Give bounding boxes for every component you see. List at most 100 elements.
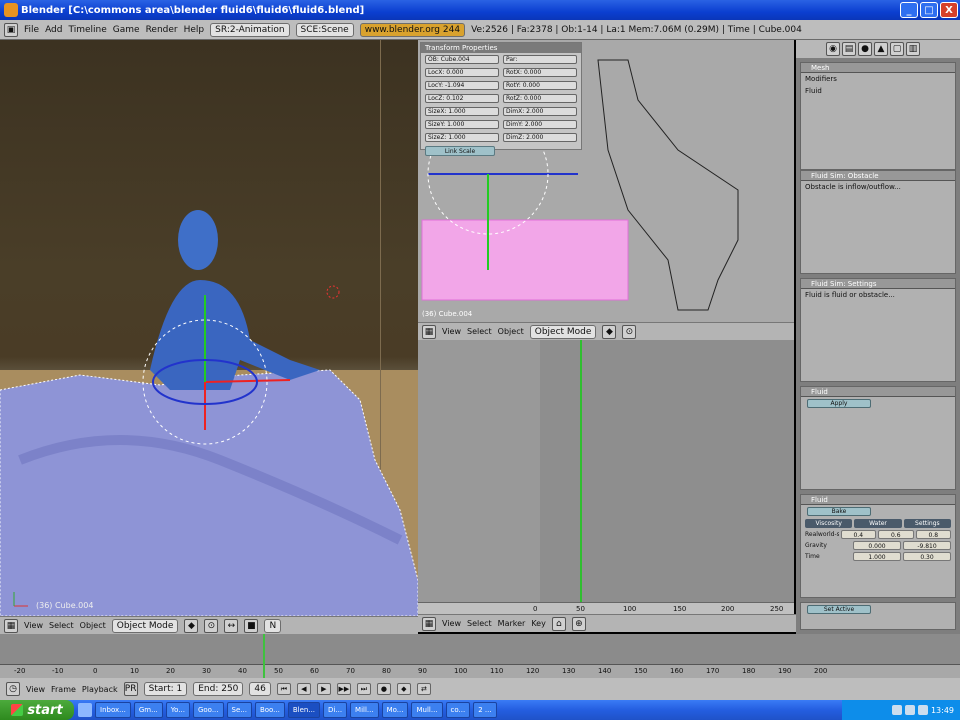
menu-help[interactable]: Help xyxy=(184,25,205,35)
preview-range-button[interactable]: PR xyxy=(123,682,138,696)
timeline-window[interactable]: -20 -10 0 10 20 30 40 50 60 70 80 90 100… xyxy=(0,634,960,700)
scene-selector[interactable]: SCE:Scene xyxy=(295,22,354,37)
view3d-type-icon[interactable]: ▦ xyxy=(4,618,18,633)
locx-field[interactable]: LocX: 0.000 xyxy=(425,68,499,77)
website-link[interactable]: www.blender.org 244 xyxy=(359,22,466,37)
ipo-menu-marker[interactable]: Marker xyxy=(498,619,526,628)
ortho-draw-icon[interactable]: ◆ xyxy=(602,324,617,339)
timeline-menu-playback[interactable]: Playback xyxy=(82,685,118,694)
jump-end-icon[interactable]: ⏭ xyxy=(356,683,371,695)
sizex-field[interactable]: SizeX: 1.000 xyxy=(425,107,499,116)
locz-field[interactable]: LocZ: 0.102 xyxy=(425,94,499,103)
dimx-field[interactable]: DimX: 2.000 xyxy=(503,107,577,116)
mesh-type-select[interactable]: Fluid xyxy=(801,85,955,97)
ipo-menu-select[interactable]: Select xyxy=(467,619,492,628)
quick-launch-icon[interactable] xyxy=(78,703,92,717)
timeline-type-icon[interactable]: ◷ xyxy=(6,682,20,696)
ortho-pivot-icon[interactable]: ⊙ xyxy=(622,324,637,339)
ipo-lock-icon[interactable]: ⌂ xyxy=(551,616,566,631)
task-button[interactable]: Mill... xyxy=(350,702,379,718)
start-frame-field[interactable]: Start: 1 xyxy=(143,682,188,696)
time-value[interactable]: 1.000 xyxy=(853,552,901,561)
fluid-water-label[interactable]: Water xyxy=(854,519,902,528)
task-button[interactable]: Boo... xyxy=(254,702,285,718)
next-key-icon[interactable]: ▶▶ xyxy=(336,683,351,695)
shading-tab-icon[interactable]: ● xyxy=(858,42,872,56)
current-frame-field[interactable]: 46 xyxy=(249,682,271,696)
dimy-field[interactable]: DimY: 2.000 xyxy=(503,120,577,129)
pivot-icon[interactable]: ⊙ xyxy=(204,618,219,633)
parent-field[interactable]: Par: xyxy=(503,55,577,64)
ortho-menu-select[interactable]: Select xyxy=(467,327,492,336)
gravity-value-b[interactable]: -9.810 xyxy=(903,541,951,550)
layer-icon[interactable]: ■ xyxy=(244,618,259,633)
mesh-tab[interactable]: Mesh xyxy=(801,63,955,73)
task-button[interactable]: Se... xyxy=(226,702,252,718)
link-scale-button[interactable]: Link Scale xyxy=(425,146,495,156)
view3d-menu-view[interactable]: View xyxy=(24,621,43,630)
ipo-type-icon[interactable]: ▦ xyxy=(422,616,436,631)
dimz-field[interactable]: DimZ: 2.000 xyxy=(503,133,577,142)
task-button[interactable]: Mo... xyxy=(381,702,409,718)
gravity-value-a[interactable]: 0.000 xyxy=(853,541,901,550)
scene-tab-icon[interactable]: ▥ xyxy=(906,42,920,56)
ortho-menu-object[interactable]: Object xyxy=(498,327,524,336)
record-icon[interactable]: ● xyxy=(376,683,391,695)
task-button[interactable]: Mull... xyxy=(411,702,443,718)
window-type-icon[interactable]: ▣ xyxy=(4,22,18,37)
sizez-field[interactable]: SizeZ: 1.000 xyxy=(425,133,499,142)
menu-render[interactable]: Render xyxy=(146,25,178,35)
prev-key-icon[interactable]: ◀ xyxy=(296,683,311,695)
mesh-subtab[interactable]: Modifiers xyxy=(801,73,955,85)
draw-type-icon[interactable]: ◆ xyxy=(184,618,199,633)
ortho-viewport[interactable]: Transform Properties OB: Cube.004 Par: L… xyxy=(418,40,794,322)
task-button[interactable]: Di... xyxy=(323,702,348,718)
ortho-type-icon[interactable]: ▦ xyxy=(422,324,436,339)
set-active-button[interactable]: Set Active xyxy=(807,605,871,614)
network-icon[interactable] xyxy=(891,705,902,715)
menu-file[interactable]: File xyxy=(24,25,39,35)
timeline-menu-view[interactable]: View xyxy=(26,685,45,694)
fluidsim-settings-tab[interactable]: Fluid Sim: Settings xyxy=(801,279,955,289)
realworld-size-a[interactable]: 0.4 xyxy=(840,530,876,539)
volume-icon[interactable] xyxy=(904,705,915,715)
logic-tab-icon[interactable]: ◉ xyxy=(826,42,840,56)
security-icon[interactable] xyxy=(917,705,928,715)
rotz-field[interactable]: RotZ: 0.000 xyxy=(503,94,577,103)
task-button[interactable]: Goo... xyxy=(192,702,224,718)
close-button[interactable]: X xyxy=(940,2,958,18)
view3d-menu-object[interactable]: Object xyxy=(80,621,106,630)
timeline-current-frame-line[interactable] xyxy=(263,634,265,678)
view3d-layer-label[interactable]: N xyxy=(264,618,282,633)
task-button[interactable]: Inbox... xyxy=(95,702,131,718)
fluid-apply-button[interactable]: Apply xyxy=(807,399,871,408)
timeline-menu-frame[interactable]: Frame xyxy=(51,685,76,694)
locy-field[interactable]: LocY: -1.094 xyxy=(425,81,499,90)
end-frame-field[interactable]: End: 250 xyxy=(193,682,244,696)
ipo-editor[interactable]: 0 50 100 150 200 250 xyxy=(418,340,794,614)
fluidsim-obstacle-tab[interactable]: Fluid Sim: Obstacle xyxy=(801,171,955,181)
ortho-menu-view[interactable]: View xyxy=(442,327,461,336)
menu-timeline[interactable]: Timeline xyxy=(69,25,107,35)
menu-add[interactable]: Add xyxy=(45,25,62,35)
timeline-track[interactable] xyxy=(0,634,960,664)
task-button[interactable]: co... xyxy=(445,702,471,718)
screen-selector[interactable]: SR:2-Animation xyxy=(210,22,290,37)
fluid-main-tab[interactable]: Fluid xyxy=(801,495,955,505)
task-button[interactable]: Yo... xyxy=(165,702,190,718)
play-icon[interactable]: ▶ xyxy=(316,683,331,695)
script-tab-icon[interactable]: ▤ xyxy=(842,42,856,56)
fluid-settings-label[interactable]: Settings xyxy=(903,519,951,528)
ipo-current-frame-line[interactable] xyxy=(580,340,582,602)
task-button[interactable]: Gm... xyxy=(133,702,163,718)
realworld-size-c[interactable]: 0.8 xyxy=(915,530,951,539)
editing-tab-icon[interactable]: ▢ xyxy=(890,42,904,56)
object-tab-icon[interactable]: ▲ xyxy=(874,42,888,56)
realworld-size-b[interactable]: 0.6 xyxy=(878,530,914,539)
fluid-domain-tab[interactable]: Fluid xyxy=(801,387,955,397)
ipo-menu-key[interactable]: Key xyxy=(531,619,546,628)
roty-field[interactable]: RotY: 0.000 xyxy=(503,81,577,90)
fluid-bake-button[interactable]: Bake xyxy=(807,507,871,516)
maximize-button[interactable]: □ xyxy=(920,2,938,18)
view3d-mode-select[interactable]: Object Mode xyxy=(111,618,179,633)
